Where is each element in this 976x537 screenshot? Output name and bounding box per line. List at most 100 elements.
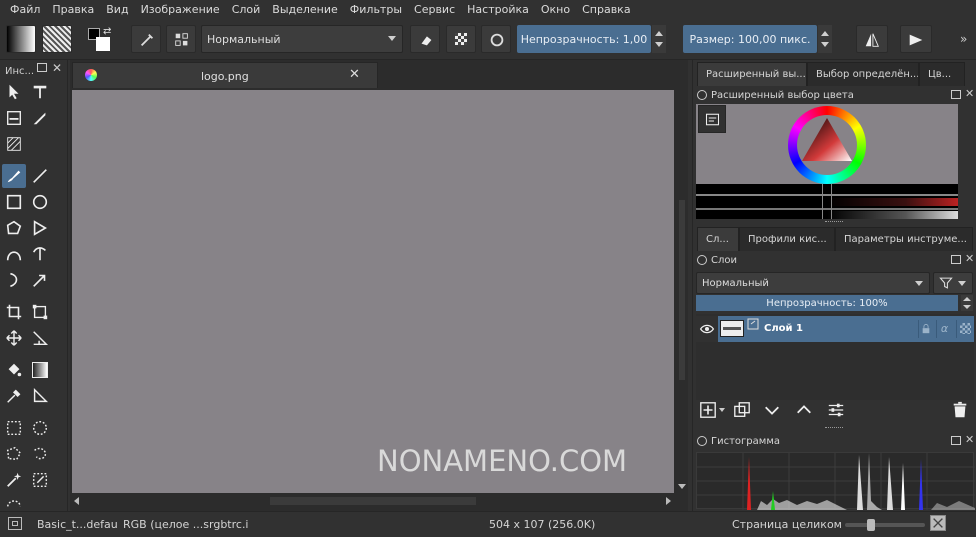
layer-properties-button[interactable] [827,401,845,419]
color-picker-tool[interactable] [2,384,26,408]
menu-layer[interactable]: Слой [226,0,267,20]
menu-help[interactable]: Справка [576,0,636,20]
vertical-scroll-thumb[interactable] [679,200,685,380]
move-tool[interactable] [2,326,26,350]
move-layer-up-button[interactable] [795,401,813,419]
background-color-swatch[interactable] [96,37,110,51]
brush-preset-button[interactable] [131,25,161,53]
scroll-right-icon[interactable] [666,497,671,505]
layer-opacity-slider[interactable]: Непрозрачность: 100% [696,295,958,311]
polyline-tool[interactable] [28,216,52,240]
menu-view[interactable]: Вид [100,0,134,20]
transform-tool[interactable] [28,300,52,324]
tab-tool-options[interactable]: Параметры инструме... [835,227,973,251]
float-panel-icon[interactable] [951,90,961,99]
pattern-tool[interactable] [2,132,26,156]
saturation-value-triangle[interactable] [797,115,857,175]
gradient-tool[interactable] [28,358,52,382]
zoom-slider[interactable] [845,519,925,531]
lock-panel-icon[interactable] [697,90,707,100]
dynamic-brush-tool[interactable] [2,268,26,292]
colorspace-status[interactable]: RGB (целое ...srgbtrc.i [123,518,249,531]
inherit-alpha-toggle[interactable] [956,320,972,338]
layer-opacity-spinner[interactable] [961,295,973,311]
float-panel-icon[interactable] [951,255,961,264]
multibrush-tool[interactable] [28,268,52,292]
brush-settings-button[interactable] [166,25,196,53]
mirror-horizontal-button[interactable] [856,25,888,53]
vertical-scrollbar[interactable] [676,90,688,493]
ellipse-select-tool[interactable] [28,416,52,440]
hue-ring[interactable] [788,106,866,184]
add-layer-dropdown-icon[interactable] [719,408,725,412]
tab-specific-color-selector[interactable]: Выбор определён... [807,62,919,86]
freehand-select-tool[interactable] [28,442,52,466]
layer-filter-button[interactable] [933,272,973,294]
menu-select[interactable]: Выделение [266,0,344,20]
color-shade-bars[interactable] [696,184,958,219]
menu-filters[interactable]: Фильтры [344,0,408,20]
close-document-icon[interactable]: ✕ [349,67,360,82]
splitter-handle[interactable] [825,427,843,429]
toolbar-overflow-icon[interactable]: » [960,32,967,46]
color-selector-settings-button[interactable] [698,105,726,133]
layer-row[interactable]: Слой 1 α [696,316,974,342]
zoom-slider-handle[interactable] [867,519,875,531]
crop-tool[interactable] [2,300,26,324]
rectangle-tool[interactable] [2,190,26,214]
close-panel-icon[interactable]: ✕ [965,252,974,265]
zoom-mode-status[interactable]: Страница целиком [732,518,842,531]
ellipse-tool[interactable] [28,190,52,214]
menu-window[interactable]: Окно [535,0,576,20]
edit-shapes-tool[interactable] [2,106,26,130]
layer-name[interactable]: Слой 1 [764,323,803,334]
tab-advanced-color-selector[interactable]: Расширенный вы... [697,62,807,86]
polygon-select-tool[interactable] [2,442,26,466]
tab-brush-presets[interactable]: Профили кис... [739,227,835,251]
layer-visibility-toggle[interactable] [696,316,718,342]
menu-settings[interactable]: Настройка [461,0,535,20]
delete-layer-button[interactable] [951,401,969,419]
preserve-alpha-button[interactable] [446,25,476,53]
pattern-swatch-button[interactable] [42,25,72,53]
scroll-left-icon[interactable] [74,497,79,505]
layer-blend-mode-select[interactable]: Нормальный [696,272,930,294]
canvas-only-toggle[interactable] [930,515,946,531]
lock-panel-icon[interactable] [697,436,707,446]
document-tab[interactable]: logo.png ✕ [72,62,378,88]
horizontal-scroll-thumb[interactable] [270,497,476,505]
close-icon[interactable]: ✕ [52,61,62,75]
contiguous-select-tool[interactable] [2,468,26,492]
measure-tool[interactable] [28,326,52,350]
similar-select-tool[interactable] [28,468,52,492]
swap-colors-icon[interactable]: ⇄ [103,26,111,37]
size-spinner[interactable] [818,25,832,53]
duplicate-layer-button[interactable] [733,401,751,419]
opacity-spinner[interactable] [652,25,666,53]
gradient-swatch-button[interactable] [6,25,36,53]
alpha-lock-toggle[interactable]: α [936,320,952,338]
assistant-tool[interactable] [28,384,52,408]
scroll-down-icon[interactable] [678,484,686,489]
horizontal-scrollbar[interactable] [72,494,676,508]
color-selector-area[interactable] [696,104,958,219]
mirror-vertical-button[interactable] [900,25,932,53]
close-panel-icon[interactable]: ✕ [965,433,974,446]
add-layer-button[interactable] [699,401,717,419]
canvas[interactable] [72,90,674,493]
freehand-brush-tool[interactable] [2,164,26,188]
menu-edit[interactable]: Правка [46,0,100,20]
size-slider[interactable]: Размер: 100,00 пикс. [683,25,817,53]
polygon-tool[interactable] [2,216,26,240]
fill-tool[interactable] [2,358,26,382]
menu-file[interactable]: Файл [4,0,46,20]
rect-select-tool[interactable] [2,416,26,440]
line-tool[interactable] [28,164,52,188]
calligraphy-tool[interactable] [28,106,52,130]
selection-mode-icon[interactable] [8,517,22,530]
layer-lock-toggle[interactable] [918,320,932,338]
menu-tools[interactable]: Сервис [408,0,461,20]
color-swatches[interactable]: ⇄ [86,26,116,54]
close-panel-icon[interactable]: ✕ [965,87,974,100]
tab-color[interactable]: Цв... [919,62,965,86]
